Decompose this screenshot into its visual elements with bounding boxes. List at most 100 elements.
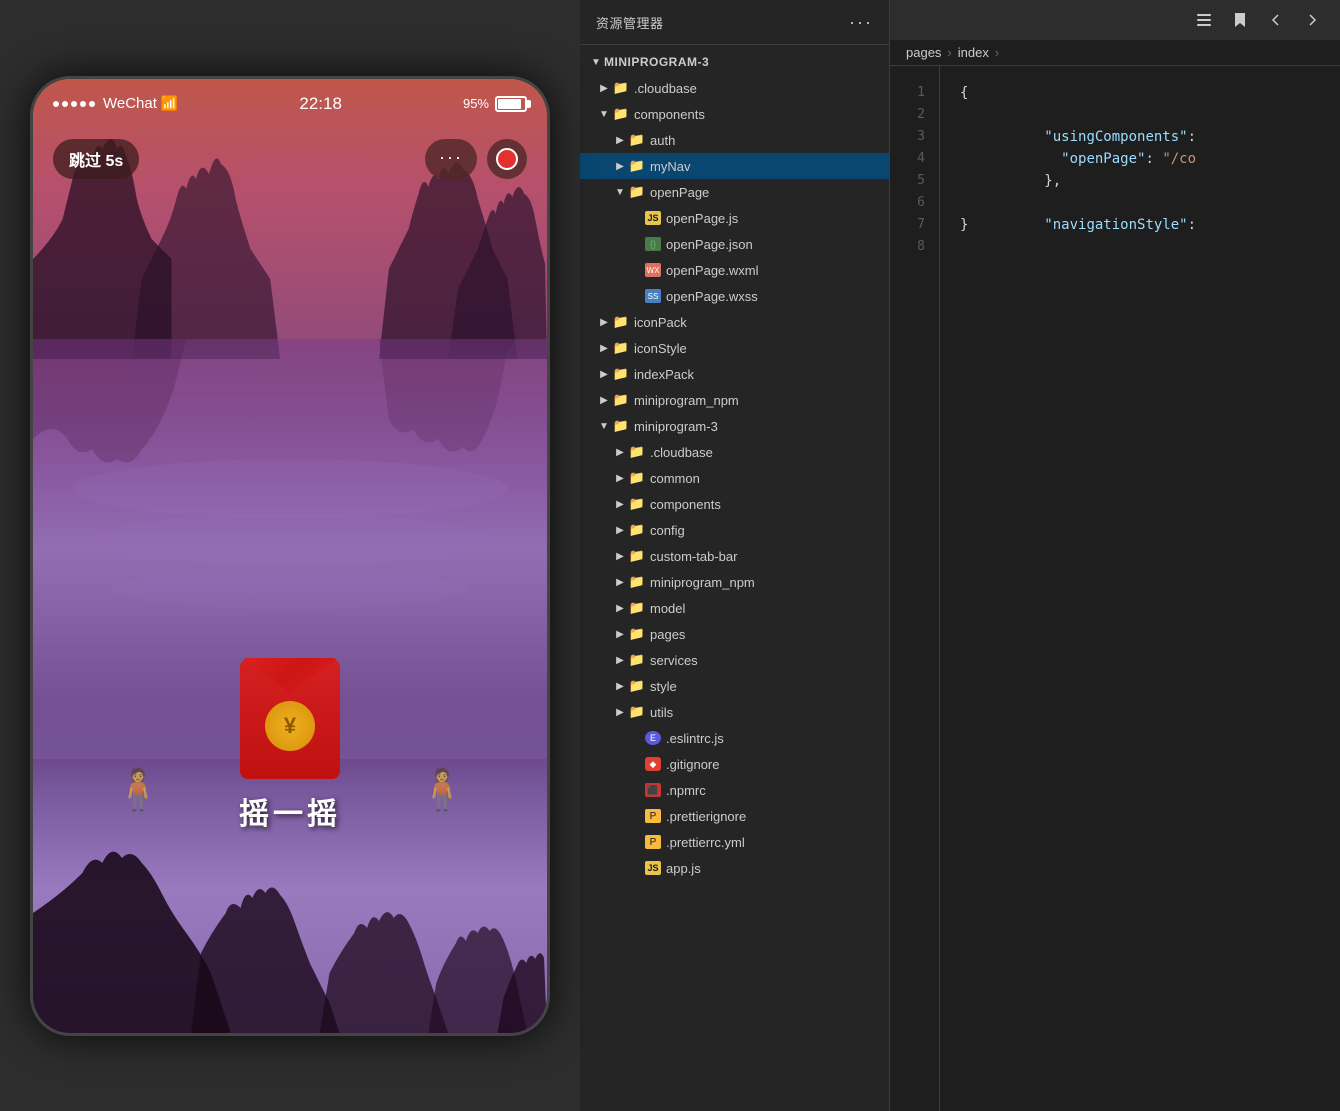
breadcrumb-index[interactable]: index <box>958 45 989 60</box>
editor-panel: pages › index › 1 2 3 4 5 6 7 8 { "using… <box>890 0 1340 1111</box>
tree-item-prettierrc[interactable]: P .prettierrc.yml <box>580 829 889 855</box>
tree-item-components1[interactable]: 📁 components <box>580 101 889 127</box>
label-appjs: app.js <box>666 861 881 876</box>
tree-item-services[interactable]: 📁 services <box>580 647 889 673</box>
line-numbers: 1 2 3 4 5 6 7 8 <box>890 66 940 1111</box>
tree-item-appjs[interactable]: JS app.js <box>580 855 889 881</box>
arrow-miniprogram-npm2 <box>612 574 628 590</box>
breadcrumb-sep1: › <box>947 45 951 60</box>
tree-item-style[interactable]: 📁 style <box>580 673 889 699</box>
explorer-menu-button[interactable]: ··· <box>849 12 873 33</box>
label-openPageWxss: openPage.wxss <box>666 289 881 304</box>
phone-screen: WeChat 📶 22:18 95% 跳过 5s ··· <box>33 79 547 1033</box>
tree-item-customTabBar[interactable]: 📁 custom-tab-bar <box>580 543 889 569</box>
tree-item-prettierignore[interactable]: P .prettierignore <box>580 803 889 829</box>
tree-item-eslintrc[interactable]: E .eslintrc.js <box>580 725 889 751</box>
tree-item-miniprogram-npm1[interactable]: 📁 miniprogram_npm <box>580 387 889 413</box>
tree-item-components2[interactable]: 📁 components <box>580 491 889 517</box>
label-miniprogram-npm1: miniprogram_npm <box>634 393 881 408</box>
tree-item-pages[interactable]: 📁 pages <box>580 621 889 647</box>
label-myNav: myNav <box>650 159 881 174</box>
toolbar-list-icon[interactable] <box>1192 8 1216 32</box>
arrow-openPage <box>612 184 628 200</box>
explorer-header: 资源管理器 ··· <box>580 0 889 45</box>
folder-icon-utils: 📁 <box>628 704 646 720</box>
tree-item-openPage[interactable]: 📁 openPage <box>580 179 889 205</box>
tree-item-cloudbase1[interactable]: 📁 .cloudbase <box>580 75 889 101</box>
folder-icon-miniprogram-npm2: 📁 <box>628 574 646 590</box>
envelope-flap <box>240 658 340 693</box>
icon-openPageWxss: SS <box>644 288 662 304</box>
code-line-1: { <box>960 82 1320 104</box>
toolbar-back-icon[interactable] <box>1264 8 1288 32</box>
tree-item-auth[interactable]: 📁 auth <box>580 127 889 153</box>
tree-item-common[interactable]: 📁 common <box>580 465 889 491</box>
tree-item-utils[interactable]: 📁 utils <box>580 699 889 725</box>
toolbar-bookmark-icon[interactable] <box>1228 8 1252 32</box>
tree-item-openPageJson[interactable]: {} openPage.json <box>580 231 889 257</box>
arrow-style <box>612 678 628 694</box>
breadcrumb-pages[interactable]: pages <box>906 45 941 60</box>
label-openPageJson: openPage.json <box>666 237 881 252</box>
tree-root[interactable]: MINIPROGRAM-3 <box>580 49 889 75</box>
tree-item-iconPack[interactable]: 📁 iconPack <box>580 309 889 335</box>
phone-record-button[interactable] <box>487 139 527 179</box>
shake-area: ¥ 摇一摇 <box>239 659 341 833</box>
folder-icon-auth: 📁 <box>628 132 646 148</box>
tree-item-openPageWxss[interactable]: SS openPage.wxss <box>580 283 889 309</box>
explorer-tree: MINIPROGRAM-3 📁 .cloudbase 📁 components … <box>580 45 889 1111</box>
root-arrow <box>588 54 604 70</box>
icon-prettierrc: P <box>644 834 662 850</box>
icon-gitignore: ◆ <box>644 756 662 772</box>
tree-item-openPageWxml[interactable]: WX openPage.wxml <box>580 257 889 283</box>
label-prettierignore: .prettierignore <box>666 809 881 824</box>
tree-item-cloudbase2[interactable]: 📁 .cloudbase <box>580 439 889 465</box>
phone-dots-button[interactable]: ··· <box>425 139 477 179</box>
tree-item-myNav[interactable]: 📁 myNav <box>580 153 889 179</box>
folder-icon-customTabBar: 📁 <box>628 548 646 564</box>
folder-icon-cloudbase1: 📁 <box>612 80 630 96</box>
tree-item-openPageJs[interactable]: JS openPage.js <box>580 205 889 231</box>
tree-item-miniprogram-npm2[interactable]: 📁 miniprogram_npm <box>580 569 889 595</box>
folder-icon-miniprogram3: 📁 <box>612 418 630 434</box>
line-num-7: 7 <box>890 214 939 236</box>
arrow-components2 <box>612 496 628 512</box>
arrow-indexPack <box>596 366 612 382</box>
code-line-8 <box>960 236 1320 258</box>
wifi-icon: 📶 <box>161 95 178 112</box>
icon-openPageJson: {} <box>644 236 662 252</box>
code-line-2: "usingComponents": <box>960 104 1320 126</box>
arrow-iconPack <box>596 314 612 330</box>
label-iconStyle: iconStyle <box>634 341 881 356</box>
arrow-iconStyle <box>596 340 612 356</box>
tree-item-indexPack[interactable]: 📁 indexPack <box>580 361 889 387</box>
yuan-symbol: ¥ <box>284 713 296 739</box>
label-common: common <box>650 471 881 486</box>
code-content[interactable]: { "usingComponents": "openPage": "/co },… <box>940 66 1340 1111</box>
tree-item-gitignore[interactable]: ◆ .gitignore <box>580 751 889 777</box>
arrow-pages <box>612 626 628 642</box>
editor-toolbar <box>890 0 1340 40</box>
breadcrumb-sep2: › <box>995 45 999 60</box>
folder-icon-miniprogram-npm1: 📁 <box>612 392 630 408</box>
line-num-3: 3 <box>890 126 939 148</box>
signal-dots <box>53 101 95 107</box>
tree-item-model[interactable]: 📁 model <box>580 595 889 621</box>
tree-item-iconStyle[interactable]: 📁 iconStyle <box>580 335 889 361</box>
explorer-title: 资源管理器 <box>596 13 664 32</box>
skip-button[interactable]: 跳过 5s <box>53 139 139 179</box>
line-num-6: 6 <box>890 192 939 214</box>
line-num-1: 1 <box>890 82 939 104</box>
arrow-model <box>612 600 628 616</box>
tree-item-miniprogram3[interactable]: 📁 miniprogram-3 <box>580 413 889 439</box>
signal-dot-3 <box>71 101 77 107</box>
carrier-label: WeChat <box>103 95 157 112</box>
tree-item-npmrc[interactable]: ⬛ .npmrc <box>580 777 889 803</box>
toolbar-forward-icon[interactable] <box>1300 8 1324 32</box>
icon-appjs: JS <box>644 860 662 876</box>
red-envelope: ¥ <box>240 659 340 779</box>
breadcrumb-bar: pages › index › <box>890 40 1340 66</box>
label-customTabBar: custom-tab-bar <box>650 549 881 564</box>
tree-item-config[interactable]: 📁 config <box>580 517 889 543</box>
code-area: 1 2 3 4 5 6 7 8 { "usingComponents": "op… <box>890 66 1340 1111</box>
